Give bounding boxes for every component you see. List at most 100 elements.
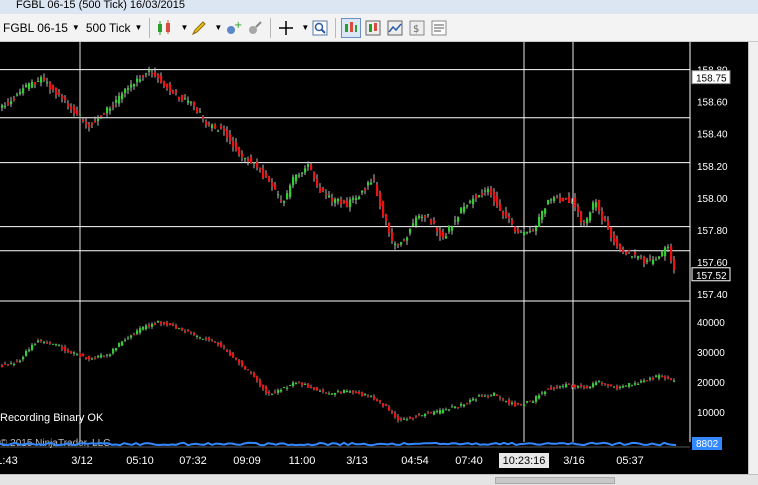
candle-body	[67, 103, 70, 107]
candle-body	[556, 197, 559, 199]
indicator-candle-body	[460, 403, 463, 406]
chevron-down-icon[interactable]: ▼	[214, 23, 222, 32]
indicator-candle-body	[538, 395, 541, 399]
crosshair-icon[interactable]	[276, 18, 296, 38]
candle-body	[151, 72, 154, 74]
candle-body	[502, 212, 505, 216]
candle-body	[544, 208, 547, 214]
vertical-scrollbar[interactable]	[748, 42, 758, 474]
candle-body	[109, 108, 112, 111]
indicator-candle-body	[466, 403, 469, 405]
candle-body	[514, 226, 517, 232]
strategy-icon[interactable]	[245, 18, 265, 38]
indicator-candle-body	[484, 395, 487, 397]
candle-body	[334, 199, 337, 204]
candle-body	[412, 223, 415, 226]
candle-body	[478, 195, 481, 197]
chevron-down-icon[interactable]: ▼	[301, 23, 309, 32]
price-tick-label: 158.00	[697, 194, 728, 205]
indicator-candle-body	[268, 391, 271, 394]
candle-body	[385, 214, 388, 222]
indicator-candle-body	[409, 417, 412, 419]
candle-body	[166, 83, 169, 89]
indicator-candle-body	[253, 372, 256, 377]
indicator-candle-body	[85, 357, 88, 359]
indicator-candle-body	[208, 337, 211, 341]
indicator-candle-body	[352, 390, 355, 393]
data-box-icon[interactable]	[341, 17, 362, 38]
indicator-candle-body	[97, 355, 100, 358]
price-chart[interactable]: 158.80158.60158.40158.20158.00157.80157.…	[0, 42, 758, 485]
candle-body	[331, 198, 334, 202]
indicator-candle-body	[454, 406, 457, 409]
indicator-candle-body	[283, 387, 286, 389]
pencil-icon[interactable]	[189, 18, 209, 38]
add-indicator-icon[interactable]: +	[223, 18, 243, 38]
candle-body	[40, 77, 43, 83]
time-axis-label: 05:10	[126, 455, 154, 467]
candle-body	[16, 94, 19, 96]
candle-body	[4, 106, 7, 108]
indicator-candle-body	[364, 393, 367, 395]
time-axis-label: 04:54	[401, 455, 429, 467]
candle-body	[475, 194, 478, 199]
properties-icon[interactable]	[429, 18, 449, 38]
price-tick-label: 158.20	[697, 162, 728, 173]
candle-body	[112, 105, 115, 107]
chart-trader-icon[interactable]	[363, 18, 383, 38]
candle-body	[625, 251, 628, 255]
indicator-candle-body	[502, 399, 505, 401]
indicator-candle-body	[289, 385, 292, 387]
candle-body	[37, 80, 40, 82]
candle-body	[25, 84, 28, 88]
candle-body	[658, 256, 661, 259]
candle-body	[550, 199, 553, 201]
candle-body	[100, 115, 103, 117]
chevron-down-icon[interactable]: ▼	[180, 23, 188, 32]
candle-body	[559, 197, 562, 202]
indicator-candle-body	[379, 400, 382, 402]
candle-body	[31, 81, 34, 88]
candle-body	[175, 90, 178, 93]
candle-body	[319, 187, 322, 193]
candle-body	[340, 199, 343, 205]
indicator-candle-body	[595, 382, 598, 386]
horizontal-scrollbar[interactable]	[0, 474, 758, 485]
zoom-icon[interactable]	[310, 18, 330, 38]
candle-body	[511, 220, 514, 225]
instrument-selector[interactable]: FGBL 06-15 ▼	[0, 17, 83, 39]
indicator-candle-body	[196, 335, 199, 337]
candle-body	[628, 250, 631, 252]
candle-body	[379, 192, 382, 207]
candle-body	[619, 244, 622, 251]
indicator-candle-body	[628, 383, 631, 387]
candle-body	[91, 122, 94, 125]
indicator-candle-body	[670, 378, 673, 381]
chart-panel[interactable]: 158.80158.60158.40158.20158.00157.80157.…	[0, 42, 758, 485]
candle-body	[391, 232, 394, 241]
candle-body	[247, 158, 250, 162]
candlestick-style-icon[interactable]	[155, 18, 175, 38]
indicator-candle-body	[427, 412, 430, 414]
indicator-candle-body	[214, 342, 217, 344]
scroll-thumb[interactable]	[495, 477, 615, 484]
candle-body	[361, 190, 364, 193]
candle-body	[163, 81, 166, 87]
indicator-candle-body	[673, 380, 676, 382]
indicator-candle-body	[130, 335, 133, 338]
candle-body	[130, 84, 133, 88]
candle-body	[127, 88, 130, 90]
svg-text:$: $	[413, 24, 419, 35]
indicator-candle-body	[61, 346, 64, 349]
candle-body	[469, 200, 472, 203]
dollar-icon[interactable]: $	[407, 18, 427, 38]
interval-selector[interactable]: 500 Tick ▼	[83, 17, 146, 39]
candle-body	[64, 97, 67, 101]
candle-body	[157, 74, 160, 79]
candle-body	[304, 168, 307, 173]
candle-body	[565, 198, 568, 200]
indicator-candle-body	[361, 392, 364, 397]
candle-body	[343, 200, 346, 204]
line-chart-icon[interactable]	[385, 18, 405, 38]
candle-body	[532, 229, 535, 231]
